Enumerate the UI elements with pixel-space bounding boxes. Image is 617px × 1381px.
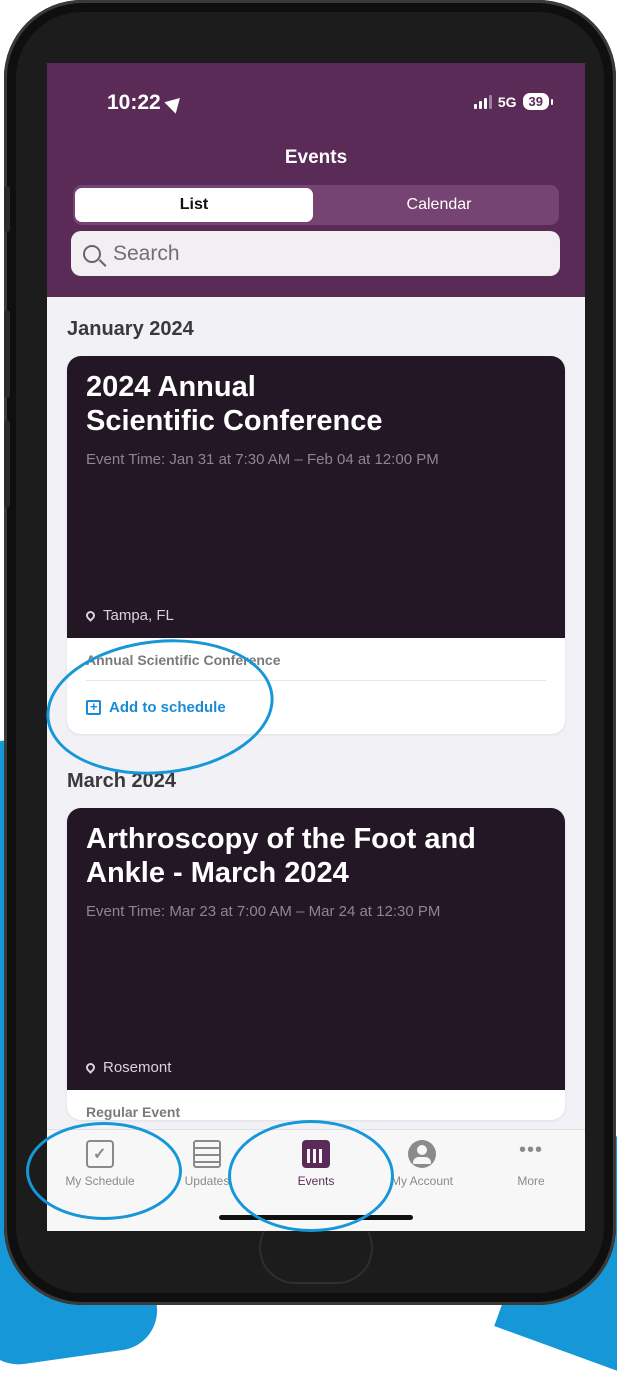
event-card[interactable]: Arthroscopy of the Foot and Ankle - Marc… (67, 808, 565, 1120)
view-segmented-control: List Calendar (73, 185, 559, 225)
battery-icon: 39 (522, 93, 554, 110)
tab-more[interactable]: ••• More (481, 1140, 581, 1188)
status-time: 10:22 (107, 91, 186, 115)
annotation-circle (26, 1122, 182, 1220)
phone-side-button (4, 186, 10, 232)
event-time: Event Time: Jan 31 at 7:30 AM – Feb 04 a… (86, 451, 439, 468)
event-location-text: Rosemont (103, 1059, 172, 1076)
section-header-month: January 2024 (67, 318, 194, 340)
location-pin-icon (84, 609, 97, 622)
phone-side-button (4, 420, 10, 508)
search-bar[interactable] (71, 231, 560, 276)
location-pin-icon (84, 1061, 97, 1074)
event-title: Arthroscopy of the Foot and Ankle - Marc… (86, 822, 546, 890)
more-dots-icon: ••• (518, 1139, 543, 1161)
event-banner: 2024 Annual Scientific Conference Event … (67, 356, 565, 638)
event-location: Rosemont (84, 1059, 172, 1076)
tab-label: Updates (184, 1174, 230, 1188)
segment-list[interactable]: List (75, 188, 313, 222)
search-input[interactable] (111, 240, 515, 267)
event-title-line: Arthroscopy of the Foot and (86, 823, 476, 855)
search-icon (83, 244, 101, 263)
event-location-text: Tampa, FL (103, 607, 174, 624)
network-label: 5G (497, 93, 517, 110)
signal-icon (473, 94, 492, 109)
news-icon (193, 1140, 221, 1168)
tab-label: My Account (390, 1174, 454, 1188)
event-title-line: Ankle - March 2024 (86, 857, 349, 889)
phone-side-button (4, 310, 10, 398)
phone-frame: 10:22 5G 39 Events List Calendar January… (4, 0, 616, 1305)
event-title-line: Scientific Conference (86, 405, 383, 437)
tab-label: More (517, 1174, 545, 1188)
status-indicators: 5G 39 (473, 93, 554, 110)
event-location: Tampa, FL (84, 607, 174, 624)
page-title: Events (284, 147, 348, 168)
header: 10:22 5G 39 Events List Calendar (47, 63, 585, 297)
segment-calendar[interactable]: Calendar (321, 188, 557, 222)
event-title-line: 2024 Annual (86, 371, 256, 403)
status-time-text: 10:22 (107, 91, 161, 114)
event-banner: Arthroscopy of the Foot and Ankle - Marc… (67, 808, 565, 1090)
person-icon (408, 1140, 436, 1168)
annotation-circle (228, 1120, 394, 1232)
event-title: 2024 Annual Scientific Conference (86, 370, 546, 438)
event-time: Event Time: Mar 23 at 7:00 AM – Mar 24 a… (86, 903, 441, 920)
event-type: Regular Event (86, 1104, 181, 1120)
location-arrow-icon (164, 92, 186, 115)
